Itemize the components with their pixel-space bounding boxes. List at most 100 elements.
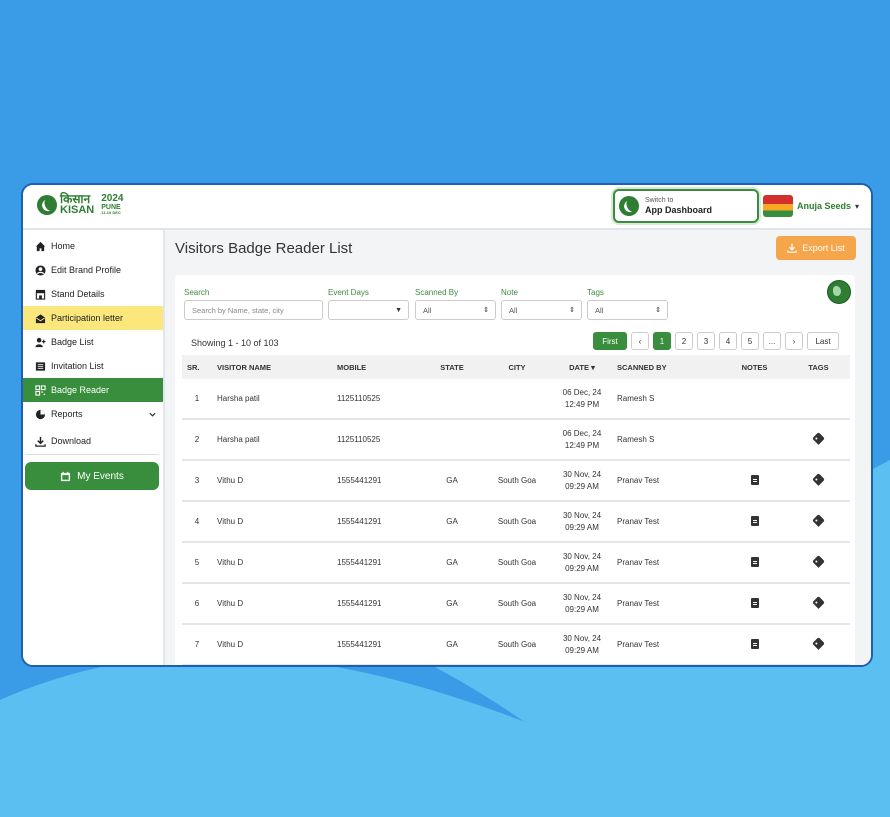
sidebar-item-participation-letter[interactable]: Participation letter xyxy=(23,306,163,330)
tags-label: Tags xyxy=(587,288,604,297)
switch-to-label: Switch to xyxy=(645,196,674,204)
tag-icon[interactable] xyxy=(812,514,825,527)
export-list-button[interactable]: Export List xyxy=(776,236,856,260)
sidebar-item-invitation-list[interactable]: Invitation List xyxy=(23,354,163,378)
sidebar-item-reports[interactable]: Reports xyxy=(23,402,163,426)
cell-scanned-by: Pranav Test xyxy=(612,501,722,543)
user-menu[interactable]: Anuja Seeds ▾ xyxy=(763,195,859,217)
cell-notes xyxy=(722,419,787,461)
page-title: Visitors Badge Reader List xyxy=(175,240,353,257)
cell-date: 30 Nov, 24 09:29 AM xyxy=(552,460,612,502)
table-row[interactable]: 7 Vithu D 1555441291 GA South Goa 30 Nov, 24 0… xyxy=(182,624,850,665)
page-button-2[interactable]: 2 xyxy=(675,332,693,350)
column-header-state[interactable]: STATE xyxy=(422,355,482,379)
cell-state xyxy=(422,379,482,420)
time-text: 12:49 PM xyxy=(564,440,600,450)
visitors-table: SR. VISITOR NAME MOBILE STATE CITY DATE … xyxy=(182,355,850,665)
chevron-down-icon xyxy=(149,412,156,417)
tag-icon[interactable] xyxy=(812,637,825,650)
cell-city: South Goa xyxy=(482,542,552,584)
column-header-date[interactable]: DATE ▾ xyxy=(552,355,612,379)
sidebar-item-label: Edit Brand Profile xyxy=(51,265,122,275)
download-icon xyxy=(787,243,797,253)
time-text: 09:29 AM xyxy=(565,645,599,655)
page-button-5[interactable]: 5 xyxy=(741,332,759,350)
column-header-mobile[interactable]: MOBILE xyxy=(332,355,422,379)
cell-scanned-by: Ramesh S xyxy=(612,379,722,420)
column-header-sr[interactable]: SR. xyxy=(182,355,212,379)
sidebar-item-stand-details[interactable]: Stand Details xyxy=(23,282,163,306)
cell-mobile: 1555441291 xyxy=(332,583,422,625)
tags-select[interactable]: All ⇕ xyxy=(587,300,668,320)
table-row[interactable]: 1 Harsha patil 1125110525 06 Dec, 24 12:49 P… xyxy=(182,379,850,420)
cell-notes xyxy=(722,542,787,584)
column-header-visitor-name[interactable]: VISITOR NAME xyxy=(212,355,332,379)
note-document-icon[interactable] xyxy=(750,638,759,649)
table-row[interactable]: 5 Vithu D 1555441291 GA South Goa 30 Nov, 24 0… xyxy=(182,542,850,584)
cell-mobile: 1555441291 xyxy=(332,460,422,502)
date-text: 30 Nov, 24 xyxy=(562,511,602,521)
kisan-leaf-icon xyxy=(619,196,639,216)
sort-arrows-icon: ⇕ xyxy=(569,307,575,314)
note-document-icon[interactable] xyxy=(750,556,759,567)
time-text: 09:29 AM xyxy=(565,522,599,532)
next-page-button[interactable]: › xyxy=(785,332,803,350)
cell-tags xyxy=(787,501,850,543)
first-page-button[interactable]: First xyxy=(593,332,627,350)
note-document-icon[interactable] xyxy=(750,515,759,526)
kisan-logo[interactable]: किसान KISAN 2024 PUNE 11-15 DEC xyxy=(37,193,123,216)
tags-value: All xyxy=(595,305,604,315)
prev-page-button[interactable]: ‹ xyxy=(631,332,649,350)
search-input[interactable]: Search by Name, state, city xyxy=(184,300,323,320)
chevron-down-icon: ▾ xyxy=(855,201,860,211)
table-row[interactable]: 2 Harsha patil 1125110525 06 Dec, 24 12:49 P… xyxy=(182,419,850,461)
column-header-scanned-by[interactable]: SCANNED BY xyxy=(612,355,722,379)
sidebar-item-badge-reader[interactable]: Badge Reader xyxy=(23,378,163,402)
last-page-button[interactable]: Last xyxy=(807,332,839,350)
cell-mobile: 1555441291 xyxy=(332,624,422,665)
switch-to-app-dashboard-button[interactable]: Switch to App Dashboard xyxy=(613,189,759,223)
column-header-notes[interactable]: NOTES xyxy=(722,355,787,379)
table-row[interactable]: 4 Vithu D 1555441291 GA South Goa 30 Nov, 24 0… xyxy=(182,501,850,543)
date-text: 30 Nov, 24 xyxy=(562,470,602,480)
cell-sr: 7 xyxy=(182,624,212,665)
cell-date: 30 Nov, 24 09:29 AM xyxy=(552,624,612,665)
tag-icon[interactable] xyxy=(812,555,825,568)
sidebar-item-download[interactable]: Download xyxy=(23,429,163,453)
globe-icon[interactable] xyxy=(827,280,851,304)
cell-city: South Goa xyxy=(482,501,552,543)
home-icon xyxy=(35,241,46,251)
event-days-select[interactable]: ▼ xyxy=(328,300,409,320)
app-window: किसान KISAN 2024 PUNE 11-15 DEC Switch t… xyxy=(21,183,873,667)
cell-state: GA xyxy=(422,542,482,584)
column-header-city[interactable]: CITY xyxy=(482,355,552,379)
tag-icon[interactable] xyxy=(812,596,825,609)
pagination: First ‹ 1 2 3 4 5 ... › Last xyxy=(593,332,839,350)
note-select[interactable]: All ⇕ xyxy=(501,300,582,320)
my-events-button[interactable]: My Events xyxy=(25,462,159,490)
sidebar-item-label: Badge List xyxy=(51,337,94,347)
cell-state: GA xyxy=(422,460,482,502)
cell-city xyxy=(482,419,552,461)
time-text: 09:29 AM xyxy=(565,481,599,491)
logo-year: 2024 xyxy=(101,193,124,204)
note-document-icon[interactable] xyxy=(750,474,759,485)
sidebar-item-badge-list[interactable]: Badge List xyxy=(23,330,163,354)
cell-date: 30 Nov, 24 09:29 AM xyxy=(552,501,612,543)
note-value: All xyxy=(509,305,518,315)
note-document-icon[interactable] xyxy=(750,597,759,608)
tag-icon[interactable] xyxy=(812,473,825,486)
sidebar-item-home[interactable]: Home xyxy=(23,234,163,258)
table-row[interactable]: 6 Vithu D 1555441291 GA South Goa 30 Nov, 24 0… xyxy=(182,583,850,625)
page-button-1[interactable]: 1 xyxy=(653,332,671,350)
cell-state: GA xyxy=(422,501,482,543)
cell-city xyxy=(482,379,552,420)
table-row[interactable]: 3 Vithu D 1555441291 GA South Goa 30 Nov, 24 0… xyxy=(182,460,850,502)
page-button-3[interactable]: 3 xyxy=(697,332,715,350)
sidebar-item-edit-brand-profile[interactable]: Edit Brand Profile xyxy=(23,258,163,282)
column-header-tags[interactable]: TAGS xyxy=(787,355,850,379)
page-button-4[interactable]: 4 xyxy=(719,332,737,350)
tag-icon[interactable] xyxy=(812,432,825,445)
reports-icon xyxy=(35,409,46,419)
scanned-by-select[interactable]: All ⇕ xyxy=(415,300,496,320)
